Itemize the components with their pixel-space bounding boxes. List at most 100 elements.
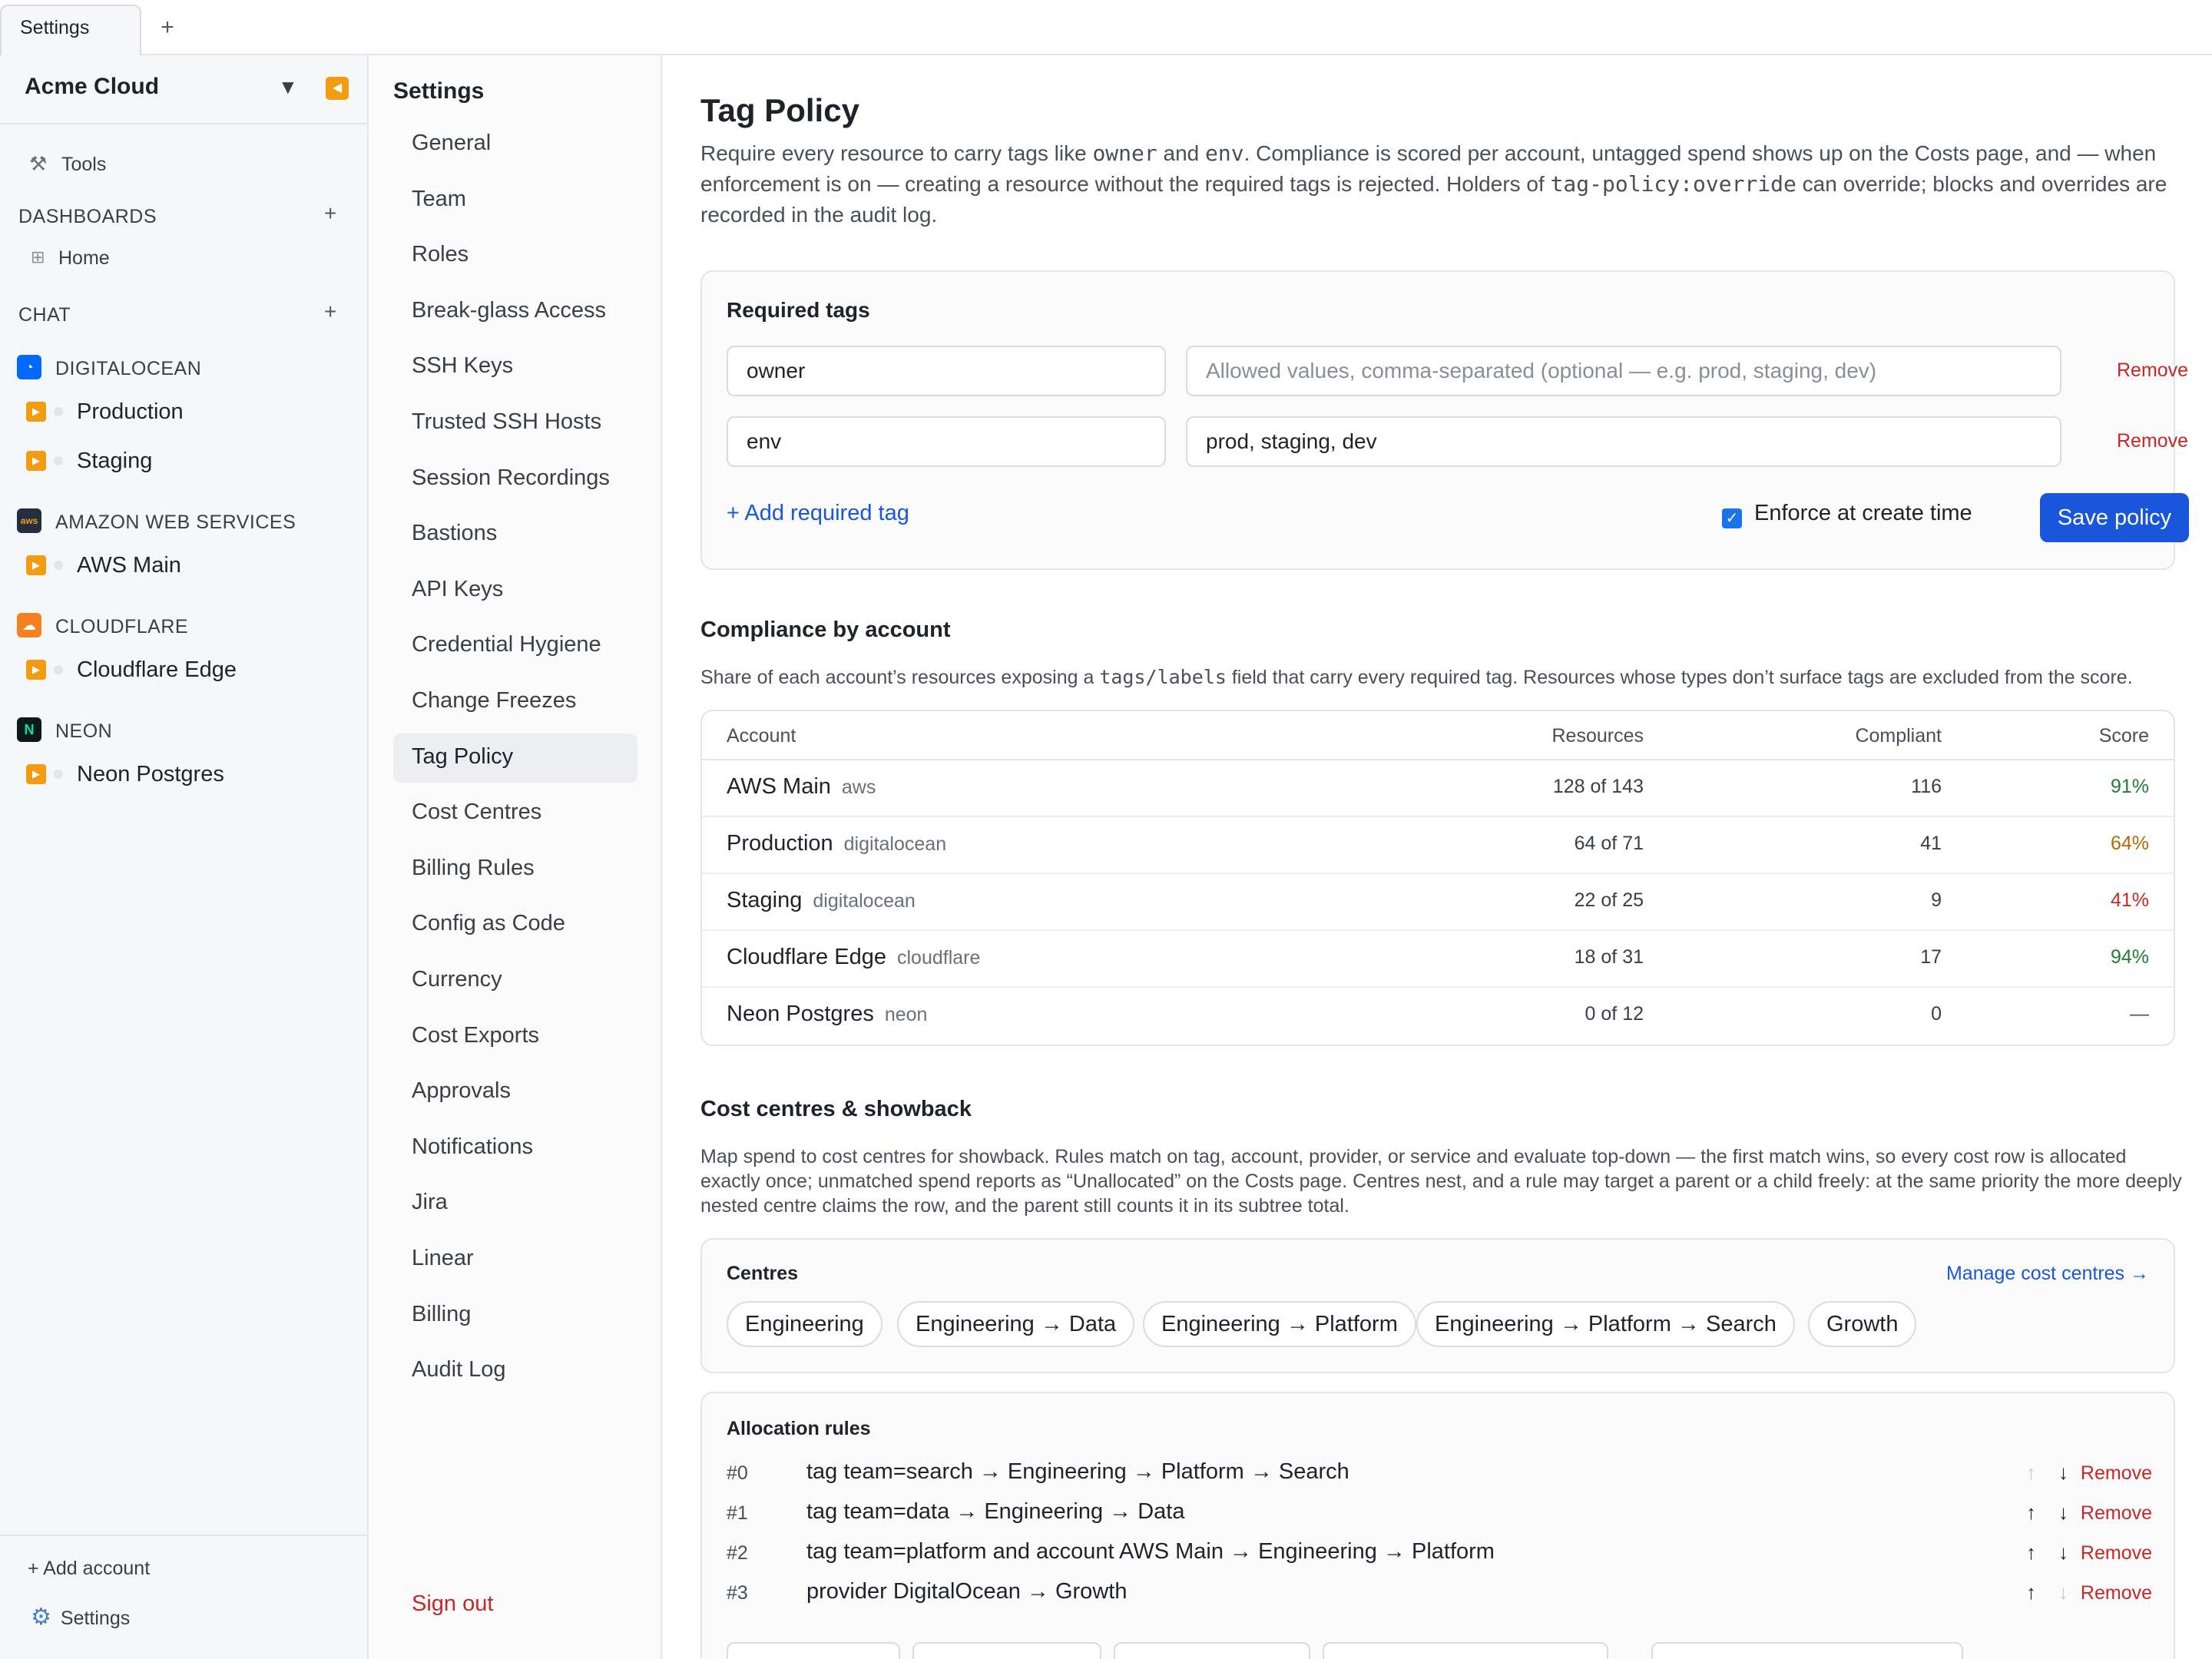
- sidebar-item-tools[interactable]: ⚒ Tools: [0, 144, 369, 183]
- settings-nav-item-approvals[interactable]: Approvals: [393, 1068, 637, 1117]
- rule-priority: #1: [727, 1502, 748, 1524]
- move-up-icon[interactable]: ↑: [2026, 1541, 2036, 1565]
- remove-tag-button[interactable]: Remove: [2117, 359, 2188, 382]
- add-required-tag-button[interactable]: + Add required tag: [727, 501, 909, 526]
- resources-cell: 22 of 25: [1574, 889, 1644, 911]
- rule-field-select[interactable]: [727, 1642, 900, 1659]
- table-row: Cloudflare Edge cloudflare 18 of 31 17 94%: [702, 931, 2174, 988]
- cost-centres-description: Map spend to cost centres for showback. …: [700, 1146, 2182, 1217]
- allocation-rule-row: #3 provider DigitalOcean → Growth ↑ ↓ Remove: [727, 1578, 2152, 1614]
- settings-nav-item-trusted-ssh-hosts[interactable]: Trusted SSH Hosts: [393, 399, 637, 448]
- settings-nav-item-change-freezes[interactable]: Change Freezes: [393, 677, 637, 727]
- new-tab-button[interactable]: +: [152, 11, 183, 45]
- remove-rule-button[interactable]: Remove: [2081, 1502, 2152, 1525]
- resources-cell: 64 of 71: [1574, 833, 1644, 854]
- cost-centres-title: Cost centres & showback: [700, 1097, 972, 1121]
- org-switcher[interactable]: Acme Cloud ▼ ◀: [0, 55, 367, 124]
- rule-field-select[interactable]: [1114, 1642, 1310, 1659]
- settings-nav-item-team[interactable]: Team: [393, 176, 637, 225]
- settings-nav-item-roles[interactable]: Roles: [393, 231, 637, 280]
- manage-cost-centres-link[interactable]: Manage cost centres →: [1946, 1263, 2149, 1285]
- code-owner: owner: [1092, 141, 1157, 166]
- settings-nav-item-ssh-keys[interactable]: SSH Keys: [393, 343, 637, 392]
- add-chat-button[interactable]: +: [324, 300, 336, 324]
- tag-values-input[interactable]: [1186, 346, 2061, 396]
- account-name: Production: [77, 399, 184, 424]
- cloudflare-logo-icon: ☁: [17, 613, 41, 637]
- settings-nav-item-config-as-code[interactable]: Config as Code: [393, 900, 637, 949]
- compliant-cell: 116: [1911, 776, 1942, 797]
- tab-label: Settings: [20, 17, 90, 38]
- enforce-checkbox[interactable]: ✓: [1722, 508, 1742, 528]
- compliance-description: Share of each account’s resources exposi…: [700, 666, 2133, 688]
- settings-nav-item-session-recordings[interactable]: Session Recordings: [393, 455, 637, 504]
- sidebar-item-cloudflare-edge[interactable]: ▶ Cloudflare Edge: [0, 648, 369, 691]
- move-down-icon[interactable]: ↓: [2058, 1461, 2068, 1485]
- compliance-table: Account Resources Compliant Score AWS Ma…: [700, 710, 2175, 1046]
- play-icon: ▶: [26, 402, 46, 422]
- play-icon: ▶: [26, 451, 46, 471]
- settings-nav-item-tag-policy[interactable]: Tag Policy: [393, 733, 637, 783]
- settings-nav-item-billing[interactable]: Billing: [393, 1291, 637, 1340]
- tag-key-input[interactable]: [727, 346, 1166, 396]
- add-account-button[interactable]: + Add account: [28, 1558, 150, 1580]
- compliant-cell: 0: [1931, 1003, 1942, 1025]
- settings-nav-item-audit-log[interactable]: Audit Log: [393, 1346, 637, 1396]
- sidebar-item-settings[interactable]: ⚙ Settings: [31, 1604, 130, 1631]
- tab-settings[interactable]: Settings: [0, 5, 141, 55]
- centre-chip[interactable]: Engineering → Platform: [1143, 1301, 1416, 1347]
- centre-chip[interactable]: Engineering: [727, 1301, 882, 1347]
- settings-nav-item-cost-centres[interactable]: Cost Centres: [393, 789, 637, 838]
- compliant-cell: 41: [1920, 833, 1942, 854]
- card-title: Allocation rules: [727, 1418, 871, 1439]
- org-name: Acme Cloud: [25, 74, 160, 99]
- centre-chip[interactable]: Engineering → Platform → Search: [1416, 1301, 1795, 1347]
- sidebar-item-label: Tools: [61, 154, 107, 175]
- chat-section: CHAT +: [0, 298, 369, 332]
- settings-nav-item-credential-hygiene[interactable]: Credential Hygiene: [393, 621, 637, 671]
- settings-nav-title: Settings: [393, 78, 485, 104]
- move-up-icon[interactable]: ↑: [2026, 1501, 2036, 1525]
- settings-nav-item-notifications[interactable]: Notifications: [393, 1124, 637, 1173]
- remove-rule-button[interactable]: Remove: [2081, 1462, 2152, 1485]
- settings-nav-item-api-keys[interactable]: API Keys: [393, 566, 637, 615]
- settings-nav-item-billing-rules[interactable]: Billing Rules: [393, 845, 637, 894]
- settings-nav-item-general[interactable]: General: [393, 120, 637, 169]
- remove-rule-button[interactable]: Remove: [2081, 1542, 2152, 1565]
- sidebar-item-home[interactable]: ⊞ Home: [0, 240, 369, 275]
- chevron-down-icon[interactable]: ▼: [278, 75, 298, 99]
- settings-nav-item-cost-exports[interactable]: Cost Exports: [393, 1012, 637, 1061]
- centre-chip[interactable]: Growth: [1808, 1301, 1917, 1347]
- settings-nav-item-bastions[interactable]: Bastions: [393, 510, 637, 559]
- settings-nav-item-break-glass-access[interactable]: Break-glass Access: [393, 287, 637, 336]
- centre-chip[interactable]: Engineering → Data: [897, 1301, 1135, 1347]
- move-up-icon[interactable]: ↑: [2026, 1581, 2036, 1604]
- code-tags-labels: tags/labels: [1099, 666, 1227, 688]
- rule-field-select[interactable]: [912, 1642, 1101, 1659]
- tag-key-input[interactable]: [727, 416, 1166, 467]
- collapse-sidebar-icon[interactable]: ◀: [326, 77, 349, 100]
- account-name: Cloudflare Edge: [727, 945, 886, 969]
- remove-tag-button[interactable]: Remove: [2117, 430, 2188, 452]
- settings-nav-item-linear[interactable]: Linear: [393, 1235, 637, 1284]
- move-down-icon[interactable]: ↓: [2058, 1541, 2068, 1565]
- compliant-cell: 17: [1920, 946, 1942, 968]
- rule-field-select[interactable]: [1323, 1642, 1608, 1659]
- provider-label: digitalocean: [843, 833, 947, 855]
- account-cell: Neon Postgres neon: [727, 1002, 927, 1027]
- remove-rule-button[interactable]: Remove: [2081, 1582, 2152, 1604]
- sidebar-item-neon-postgres[interactable]: ▶ Neon Postgres: [0, 753, 369, 796]
- settings-nav-item-currency[interactable]: Currency: [393, 956, 637, 1005]
- sign-out-button[interactable]: Sign out: [412, 1591, 493, 1617]
- move-down-icon[interactable]: ↓: [2058, 1501, 2068, 1525]
- provider-group-digitalocean: ◔ DIGITALOCEAN: [0, 350, 369, 384]
- sidebar-item-aws-main[interactable]: ▶ AWS Main: [0, 544, 369, 587]
- provider-name: NEON: [55, 720, 113, 742]
- rule-field-select[interactable]: [1651, 1642, 1963, 1659]
- settings-nav-item-jira[interactable]: Jira: [393, 1179, 637, 1228]
- save-policy-button[interactable]: Save policy: [2040, 493, 2189, 542]
- sidebar-item-staging[interactable]: ▶ Staging: [0, 439, 369, 482]
- tag-values-input[interactable]: [1186, 416, 2061, 467]
- add-dashboard-button[interactable]: +: [324, 201, 336, 226]
- sidebar-item-production[interactable]: ▶ Production: [0, 390, 369, 433]
